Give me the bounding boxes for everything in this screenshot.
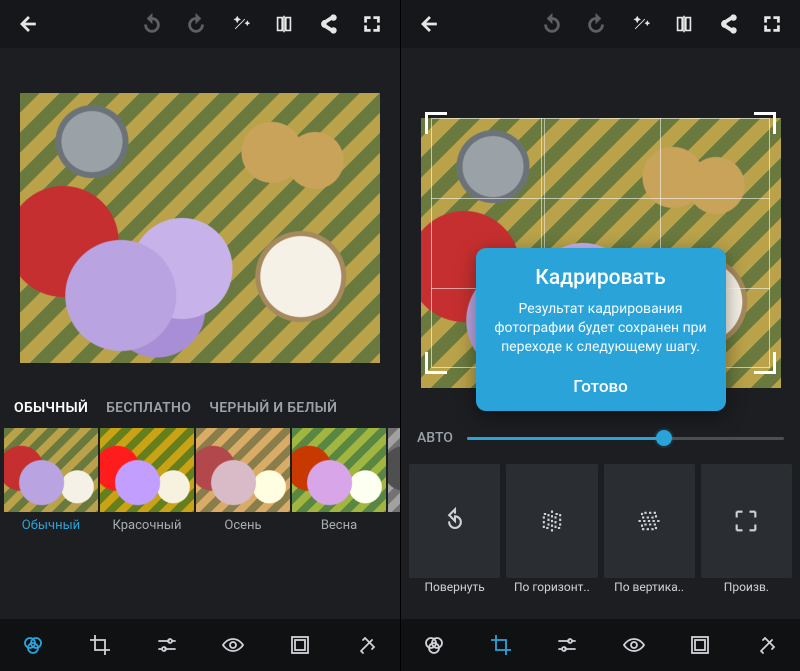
nav-adjust[interactable]	[543, 621, 591, 669]
straighten-slider[interactable]	[467, 437, 784, 440]
filter-thumb[interactable]: Весна	[292, 428, 386, 548]
action-label: По горизонт..	[506, 580, 597, 594]
thumb-label: Красочный	[113, 518, 182, 533]
dialog-done-button[interactable]: Готово	[494, 371, 708, 397]
freeform-icon	[706, 494, 786, 548]
nav-filters[interactable]	[410, 621, 458, 669]
action-label: Повернуть	[409, 580, 500, 594]
thumb-image	[4, 428, 98, 512]
nav-frame[interactable]	[276, 621, 324, 669]
compare-button[interactable]	[664, 4, 704, 44]
action-flip-v[interactable]	[604, 464, 695, 578]
action-label: Произв.	[701, 580, 792, 594]
topbar	[0, 0, 400, 48]
canvas[interactable]: Кадрировать Результат кадрирования фотог…	[401, 48, 800, 418]
back-button[interactable]	[409, 4, 449, 44]
nav-crop[interactable]	[76, 621, 124, 669]
nav-filters[interactable]	[9, 621, 57, 669]
slider-fill	[467, 437, 664, 440]
magic-button[interactable]	[220, 4, 260, 44]
action-freeform[interactable]	[701, 464, 792, 578]
nav-redeye[interactable]	[209, 621, 257, 669]
undo-button[interactable]	[532, 4, 572, 44]
nav-adjust[interactable]	[143, 621, 191, 669]
rotate-icon	[415, 494, 495, 548]
thumb-label: Осень	[224, 518, 261, 533]
thumb-label: Весна	[321, 518, 357, 533]
slider-label: АВТО	[417, 430, 453, 446]
share-button[interactable]	[308, 4, 348, 44]
dialog-body: Результат кадрирования фотографии будет …	[494, 300, 708, 357]
redo-button[interactable]	[576, 4, 616, 44]
screen-crop: Кадрировать Результат кадрирования фотог…	[400, 0, 800, 671]
nav-heal[interactable]	[743, 621, 791, 669]
straighten-slider-row: АВТО	[401, 418, 800, 458]
compare-button[interactable]	[264, 4, 304, 44]
flip-horizontal-icon	[512, 494, 592, 548]
filter-thumb[interactable]: Лет	[388, 428, 400, 548]
canvas[interactable]	[0, 48, 400, 388]
crop-actions	[401, 458, 800, 578]
screen-filters: ОБЫЧНЫЙ БЕСПЛАТНО ЧЕРНЫЙ И БЕЛЫЙ Обычный…	[0, 0, 400, 671]
photo-preview	[20, 93, 380, 363]
filter-thumb[interactable]: Осень	[196, 428, 290, 548]
thumb-image	[388, 428, 400, 512]
share-button[interactable]	[708, 4, 748, 44]
topbar	[401, 0, 800, 48]
thumb-image	[100, 428, 194, 512]
undo-button[interactable]	[132, 4, 172, 44]
nav-heal[interactable]	[343, 621, 391, 669]
redo-button[interactable]	[176, 4, 216, 44]
flip-vertical-icon	[609, 494, 689, 548]
action-flip-h[interactable]	[506, 464, 597, 578]
filter-thumb[interactable]: Красочный	[100, 428, 194, 548]
filter-thumbnails: Обычный Красочный Осень Весна Лет	[0, 428, 400, 548]
filter-thumb[interactable]: Обычный	[4, 428, 98, 548]
fullscreen-button[interactable]	[352, 4, 392, 44]
thumb-label: Обычный	[22, 518, 80, 533]
nav-crop[interactable]	[477, 621, 525, 669]
thumb-image	[196, 428, 290, 512]
bottom-nav	[401, 619, 800, 671]
tab-bw[interactable]: ЧЕРНЫЙ И БЕЛЫЙ	[209, 400, 337, 416]
filter-category-tabs: ОБЫЧНЫЙ БЕСПЛАТНО ЧЕРНЫЙ И БЕЛЫЙ	[0, 388, 400, 428]
crop-action-labels: Повернуть По горизонт.. По вертика.. Про…	[401, 578, 800, 600]
tab-basic[interactable]: ОБЫЧНЫЙ	[14, 400, 88, 416]
action-label: По вертика..	[604, 580, 695, 594]
magic-button[interactable]	[620, 4, 660, 44]
thumb-image	[292, 428, 386, 512]
action-rotate[interactable]	[409, 464, 500, 578]
fullscreen-button[interactable]	[752, 4, 792, 44]
back-button[interactable]	[8, 4, 48, 44]
nav-frame[interactable]	[676, 621, 724, 669]
slider-thumb[interactable]	[656, 430, 672, 446]
dialog-title: Кадрировать	[494, 266, 708, 290]
nav-redeye[interactable]	[610, 621, 658, 669]
bottom-nav	[0, 619, 400, 671]
tab-free[interactable]: БЕСПЛАТНО	[106, 400, 191, 416]
crop-dialog: Кадрировать Результат кадрирования фотог…	[476, 248, 726, 411]
